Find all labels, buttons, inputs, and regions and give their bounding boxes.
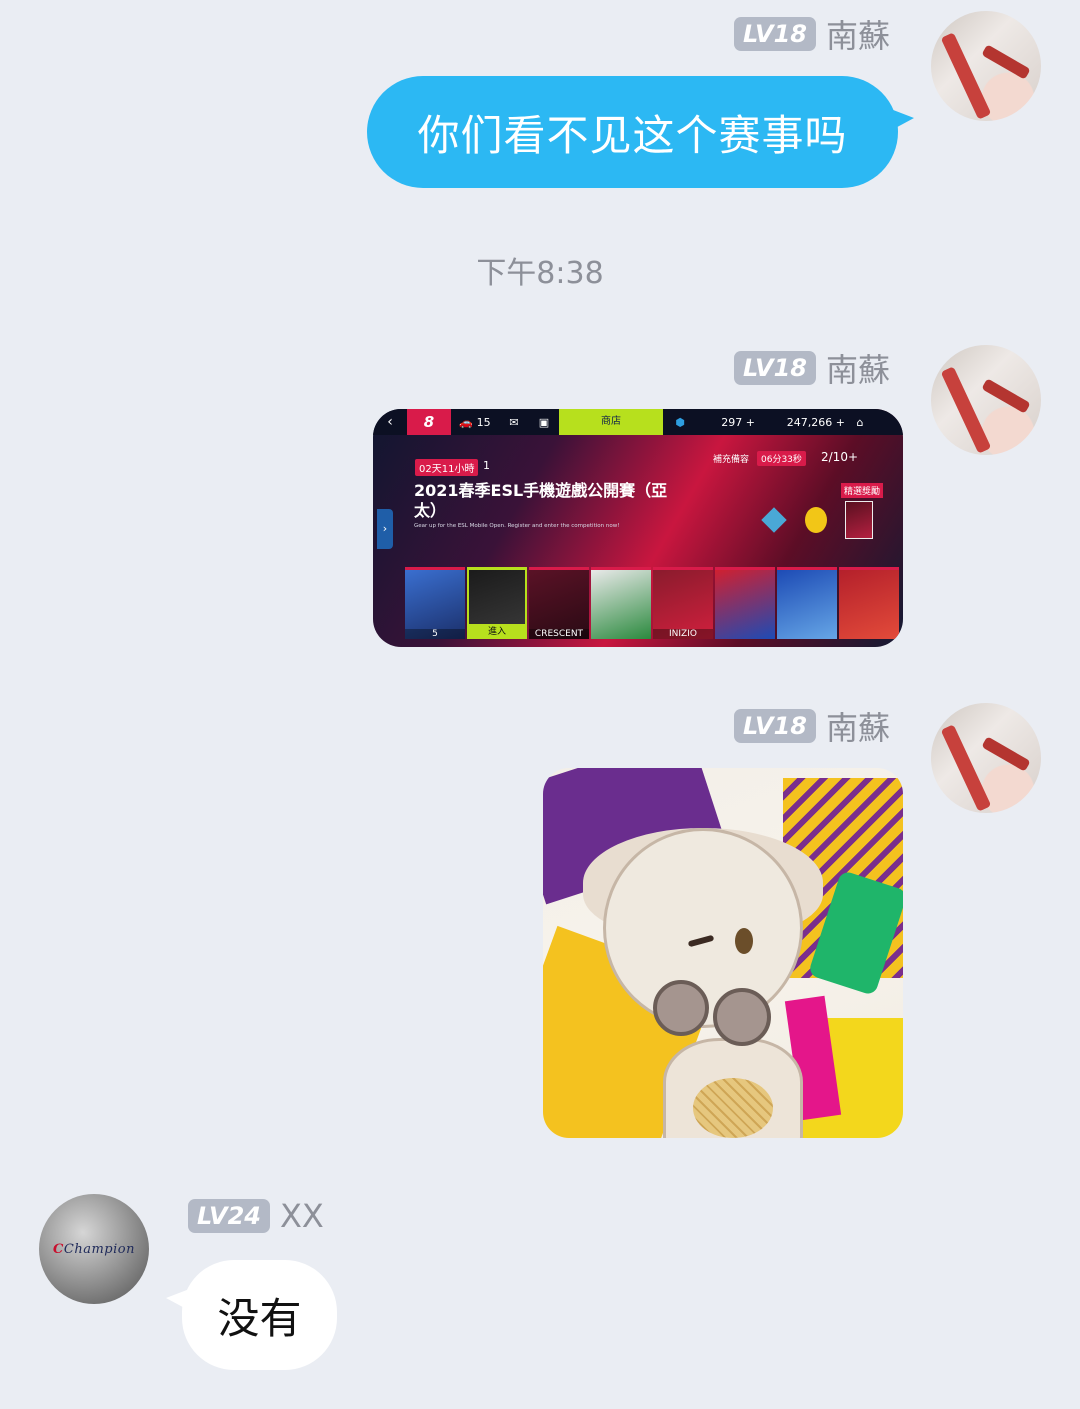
- reward-label: 精選獎勵: [841, 483, 884, 498]
- token-count: 297 +: [721, 415, 755, 429]
- level-badge: LV18: [734, 351, 816, 385]
- sticker-mask-left: [653, 980, 709, 1036]
- event-card: 進入: [467, 567, 527, 639]
- car-count-value: 15: [476, 415, 491, 429]
- user-avatar[interactable]: [931, 345, 1041, 455]
- credit-count: 247,266 +: [786, 415, 845, 429]
- level-badge: LV24: [188, 1199, 270, 1233]
- sticker-mask-right: [713, 988, 771, 1046]
- reward-card-icon: [845, 501, 873, 539]
- sender-row: LV18 南蘇: [734, 346, 890, 390]
- user-avatar[interactable]: CChampion: [39, 1194, 149, 1304]
- car-count: 🚗 15: [459, 415, 491, 429]
- event-card: CRESCENT: [529, 567, 589, 639]
- event-card-label: 5: [405, 629, 465, 639]
- event-card-label: 進入: [469, 624, 525, 637]
- back-icon: ‹: [387, 414, 393, 430]
- event-card: [777, 567, 837, 639]
- shop-tab: 商店: [559, 409, 663, 435]
- event-subtitle: Gear up for the ESL Mobile Open. Registe…: [414, 523, 620, 529]
- game-screenshot-image[interactable]: ‹ 8 🚗 15 ✉ ▣ 商店 ⬢ 297 + 247,266 + ⌂ 02天1…: [373, 409, 903, 647]
- user-avatar[interactable]: [931, 703, 1041, 813]
- refill-count: 2/10+: [821, 450, 859, 464]
- gem-icon: [761, 507, 787, 533]
- event-card-label: CRESCENT: [529, 629, 589, 639]
- champion-logo: CChampion: [53, 1241, 135, 1257]
- user-avatar[interactable]: [931, 11, 1041, 121]
- anime-girl-sticker[interactable]: [543, 768, 903, 1138]
- event-card: [839, 567, 899, 639]
- sticker-open-eye: [735, 928, 753, 954]
- sender-row: LV18 南蘇: [734, 12, 890, 56]
- champion-logo-text: Champion: [63, 1241, 135, 1257]
- event-timer: 02天11小時: [415, 459, 479, 476]
- clipboard-icon: ▣: [538, 415, 550, 429]
- game-level: 8: [407, 409, 451, 435]
- message-bubble-own[interactable]: 你们看不见这个赛事吗: [367, 76, 914, 188]
- refill-label: 補充備容: [713, 455, 750, 465]
- event-card: 5: [405, 567, 465, 639]
- event-card-list: 5 進入 CRESCENT INIZIO: [405, 567, 899, 639]
- event-count: 1: [483, 459, 490, 472]
- level-badge: LV18: [734, 709, 816, 743]
- event-card: [715, 567, 775, 639]
- chevron-right-icon: ›: [377, 509, 393, 549]
- event-card: [591, 567, 651, 639]
- message-bubble-other[interactable]: 没有: [166, 1260, 337, 1370]
- home-icon: ⌂: [856, 415, 864, 429]
- event-card: INIZIO: [653, 567, 713, 639]
- game-top-bar: ‹ 8 🚗 15 ✉ ▣ 商店 ⬢ 297 + 247,266 + ⌂: [373, 409, 903, 435]
- sender-name[interactable]: 南蘇: [826, 11, 890, 57]
- sender-row: LV18 南蘇: [734, 704, 890, 748]
- level-badge: LV18: [734, 17, 816, 51]
- sender-name[interactable]: XX: [280, 1197, 324, 1235]
- coin-icon: [805, 507, 827, 533]
- sticker-belly: [693, 1078, 773, 1138]
- mail-icon: ✉: [509, 415, 519, 429]
- badge-icon: ⬢: [675, 415, 685, 429]
- refill-timer: 06分33秒: [757, 451, 806, 466]
- sender-name[interactable]: 南蘇: [826, 345, 890, 391]
- sender-row: LV24 XX: [188, 1194, 324, 1238]
- event-title: 2021春季ESL手機遊戲公開賽（亞太）: [414, 481, 668, 520]
- message-timestamp: 下午8:38: [476, 256, 604, 291]
- event-card-label: INIZIO: [653, 629, 713, 639]
- sender-name[interactable]: 南蘇: [826, 703, 890, 749]
